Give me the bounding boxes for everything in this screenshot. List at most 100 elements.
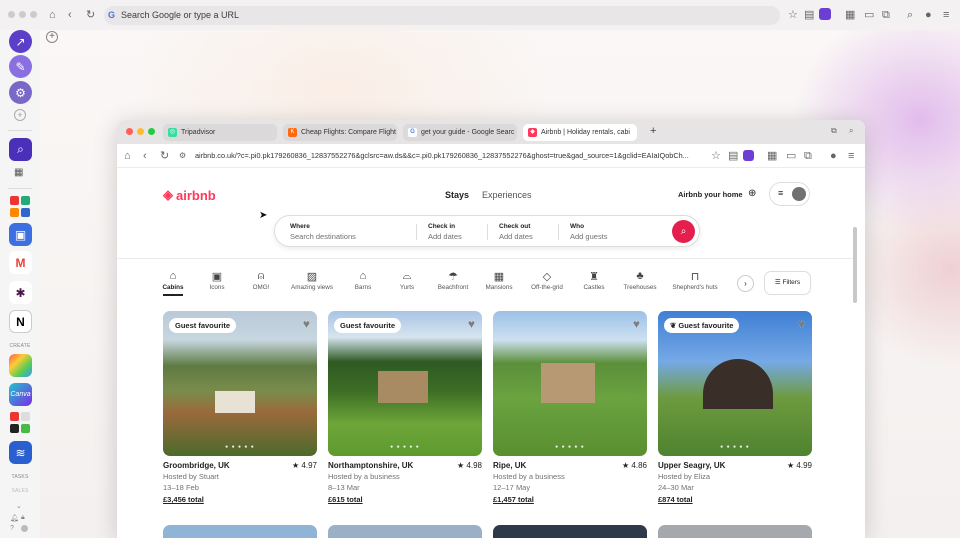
- tools-app-icon[interactable]: ⚙: [9, 81, 32, 104]
- account-icon[interactable]: ●: [925, 9, 932, 21]
- category-mansions[interactable]: ▦ Mansions: [474, 270, 524, 291]
- photos-app-icon[interactable]: ▣: [9, 223, 32, 246]
- extension-icon[interactable]: ▤: [804, 9, 814, 21]
- close-window-dot[interactable]: [8, 11, 15, 18]
- reader-icon[interactable]: ▦: [767, 150, 777, 162]
- profile-extension-icon[interactable]: [819, 8, 831, 20]
- airbnb-logo[interactable]: ◈ airbnb: [163, 187, 216, 203]
- category-icons[interactable]: ▣ Icons: [192, 270, 242, 291]
- minimize-dot[interactable]: [137, 128, 144, 135]
- check-in-field[interactable]: Check in Add dates: [428, 223, 462, 241]
- site-settings-icon[interactable]: ⚙: [179, 150, 186, 162]
- reload-icon[interactable]: ↻: [160, 150, 169, 162]
- listing-photo[interactable]: Guest favourite ♥ ● ● ● ● ●: [328, 311, 482, 456]
- tab-search-icon[interactable]: ⌕: [849, 126, 853, 136]
- close-dot[interactable]: [126, 128, 133, 135]
- back-icon[interactable]: ‹: [68, 9, 72, 21]
- listing-photo-preview[interactable]: [328, 525, 482, 538]
- category-treehouses[interactable]: ♣ Treehouses: [615, 270, 665, 291]
- carousel-dots[interactable]: ● ● ● ● ●: [658, 444, 812, 450]
- minimize-window-dot[interactable]: [19, 11, 26, 18]
- tabs-icon[interactable]: ▭: [786, 150, 796, 162]
- category-omg[interactable]: ⍝ OMG!: [236, 270, 286, 291]
- puzzle-icon[interactable]: ⧉: [882, 9, 890, 21]
- layers-app-icon[interactable]: ≋: [9, 441, 32, 464]
- carousel-dots[interactable]: ● ● ● ● ●: [493, 444, 647, 450]
- search-icon[interactable]: ⌕: [907, 9, 913, 21]
- listing-photo[interactable]: ♥ ● ● ● ● ●: [493, 311, 647, 456]
- canva-icon[interactable]: Canva: [9, 383, 32, 406]
- extension-icon[interactable]: ▤: [728, 150, 738, 162]
- nav-stays[interactable]: Stays: [445, 190, 469, 200]
- nav-experiences[interactable]: Experiences: [482, 190, 532, 200]
- tab-airbnb[interactable]: ◆ Airbnb | Holiday rentals, cabi: [523, 124, 637, 141]
- where-field[interactable]: Where Search destinations: [290, 223, 356, 241]
- listing-price[interactable]: £3,456 total: [163, 495, 317, 504]
- globe-icon[interactable]: ⊕: [748, 188, 756, 199]
- listing-card[interactable]: Guest favourite ♥ ● ● ● ● ● Northamptons…: [328, 311, 482, 504]
- reload-icon[interactable]: ↻: [86, 9, 95, 21]
- brush-app-icon[interactable]: ✎: [9, 55, 32, 78]
- tab-tripadvisor[interactable]: ◎ Tripadvisor: [163, 124, 277, 141]
- heart-icon[interactable]: ♥: [798, 317, 805, 331]
- category-off-the-grid[interactable]: ◇ Off-the-grid: [522, 270, 572, 291]
- color-app-icon[interactable]: [9, 354, 32, 377]
- analytics-app-icon[interactable]: ↗: [9, 30, 32, 53]
- home-icon[interactable]: ⌂: [49, 9, 56, 21]
- notion-icon[interactable]: N: [9, 310, 32, 333]
- maximize-window-dot[interactable]: [30, 11, 37, 18]
- category-barns[interactable]: ⌂ Barns: [338, 270, 388, 291]
- heart-icon[interactable]: ♥: [303, 317, 310, 331]
- airbnb-your-home-link[interactable]: Airbnb your home: [678, 190, 743, 199]
- lock-icon[interactable]: 🔒︎: [21, 514, 25, 522]
- bookmark-star-icon[interactable]: ☆: [788, 9, 798, 21]
- back-icon[interactable]: ‹: [143, 150, 147, 162]
- search-bar[interactable]: Where Search destinations Check in Add d…: [274, 215, 700, 247]
- listing-photo-preview[interactable]: [493, 525, 647, 538]
- slack-icon[interactable]: ✱: [9, 281, 32, 304]
- search-button[interactable]: ⌕: [672, 220, 695, 243]
- category-beachfront[interactable]: ☂ Beachfront: [428, 270, 478, 291]
- app-folder-icon[interactable]: [10, 196, 32, 218]
- carousel-dots[interactable]: ● ● ● ● ●: [163, 444, 317, 450]
- tab-list-icon[interactable]: ⧉: [831, 126, 837, 136]
- listing-card[interactable]: ♥ ● ● ● ● ● Ripe, UK ★ 4.86 Hosted by a b…: [493, 311, 647, 504]
- outer-address-bar[interactable]: G Search Google or type a URL: [104, 6, 780, 25]
- category-shepherds-huts[interactable]: ⊓ Shepherd's huts: [667, 270, 723, 291]
- bell-icon[interactable]: 🔔︎: [10, 514, 19, 522]
- category-cabins[interactable]: ⌂ Cabins: [148, 270, 198, 296]
- category-yurts[interactable]: ⌓ Yurts: [382, 270, 432, 291]
- listing-photo[interactable]: Guest favourite ♥ ● ● ● ● ●: [163, 311, 317, 456]
- listing-card[interactable]: ❦ Guest favourite ♥ ● ● ● ● ● Upper Seag…: [658, 311, 812, 504]
- app-folder-2-icon[interactable]: [10, 412, 32, 434]
- zoom-dot[interactable]: [148, 128, 155, 135]
- profile-extension-icon[interactable]: [743, 150, 754, 161]
- heart-icon[interactable]: ♥: [633, 317, 640, 331]
- listing-price[interactable]: £615 total: [328, 495, 482, 504]
- tab-cheap-flights[interactable]: K Cheap Flights: Compare Flight: [283, 124, 397, 141]
- menu-icon[interactable]: ≡: [943, 9, 949, 21]
- bookmark-star-icon[interactable]: ☆: [711, 150, 721, 162]
- tabs-icon[interactable]: ▭: [864, 9, 874, 21]
- check-out-field[interactable]: Check out Add dates: [499, 223, 533, 241]
- category-castles[interactable]: ♜ Castles: [569, 270, 619, 291]
- gmail-icon[interactable]: M: [9, 251, 32, 274]
- puzzle-icon[interactable]: ⧉: [804, 150, 812, 162]
- listing-photo-preview[interactable]: [163, 525, 317, 538]
- filters-button[interactable]: ☰ Filters: [764, 271, 811, 295]
- menu-icon[interactable]: ≡: [848, 150, 854, 162]
- heart-icon[interactable]: ♥: [468, 317, 475, 331]
- listing-price[interactable]: £874 total: [658, 495, 812, 504]
- inner-address-bar[interactable]: airbnb.co.uk/?c=.pi0.pk179260836_1283755…: [195, 151, 689, 160]
- who-field[interactable]: Who Add guests: [570, 223, 608, 241]
- new-tab-plus-icon[interactable]: +: [46, 31, 58, 43]
- user-avatar-icon[interactable]: [21, 525, 28, 532]
- listing-photo-preview[interactable]: [658, 525, 812, 538]
- carousel-dots[interactable]: ● ● ● ● ●: [328, 444, 482, 450]
- listing-price[interactable]: £1,457 total: [493, 495, 647, 504]
- tab-google-search[interactable]: G get your guide - Google Searc: [403, 124, 517, 141]
- scrollbar[interactable]: [853, 227, 857, 303]
- listing-card[interactable]: Guest favourite ♥ ● ● ● ● ● Groombridge,…: [163, 311, 317, 504]
- new-tab-icon[interactable]: +: [650, 125, 656, 137]
- account-icon[interactable]: ●: [830, 150, 837, 162]
